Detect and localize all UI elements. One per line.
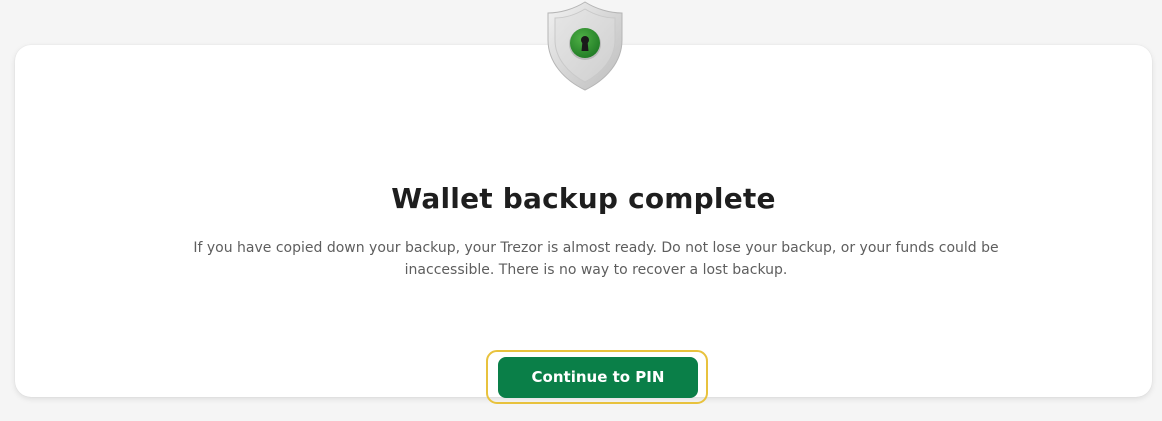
- page-title: Wallet backup complete: [391, 182, 776, 215]
- description-text: If you have copied down your backup, you…: [193, 240, 999, 278]
- shield-keyhole-icon: [547, 1, 623, 91]
- backup-complete-card: Wallet backup complete If you have copie…: [15, 45, 1152, 404]
- page: Wallet backup complete If you have copie…: [0, 0, 1162, 421]
- continue-to-pin-button[interactable]: Continue to PIN: [498, 357, 698, 398]
